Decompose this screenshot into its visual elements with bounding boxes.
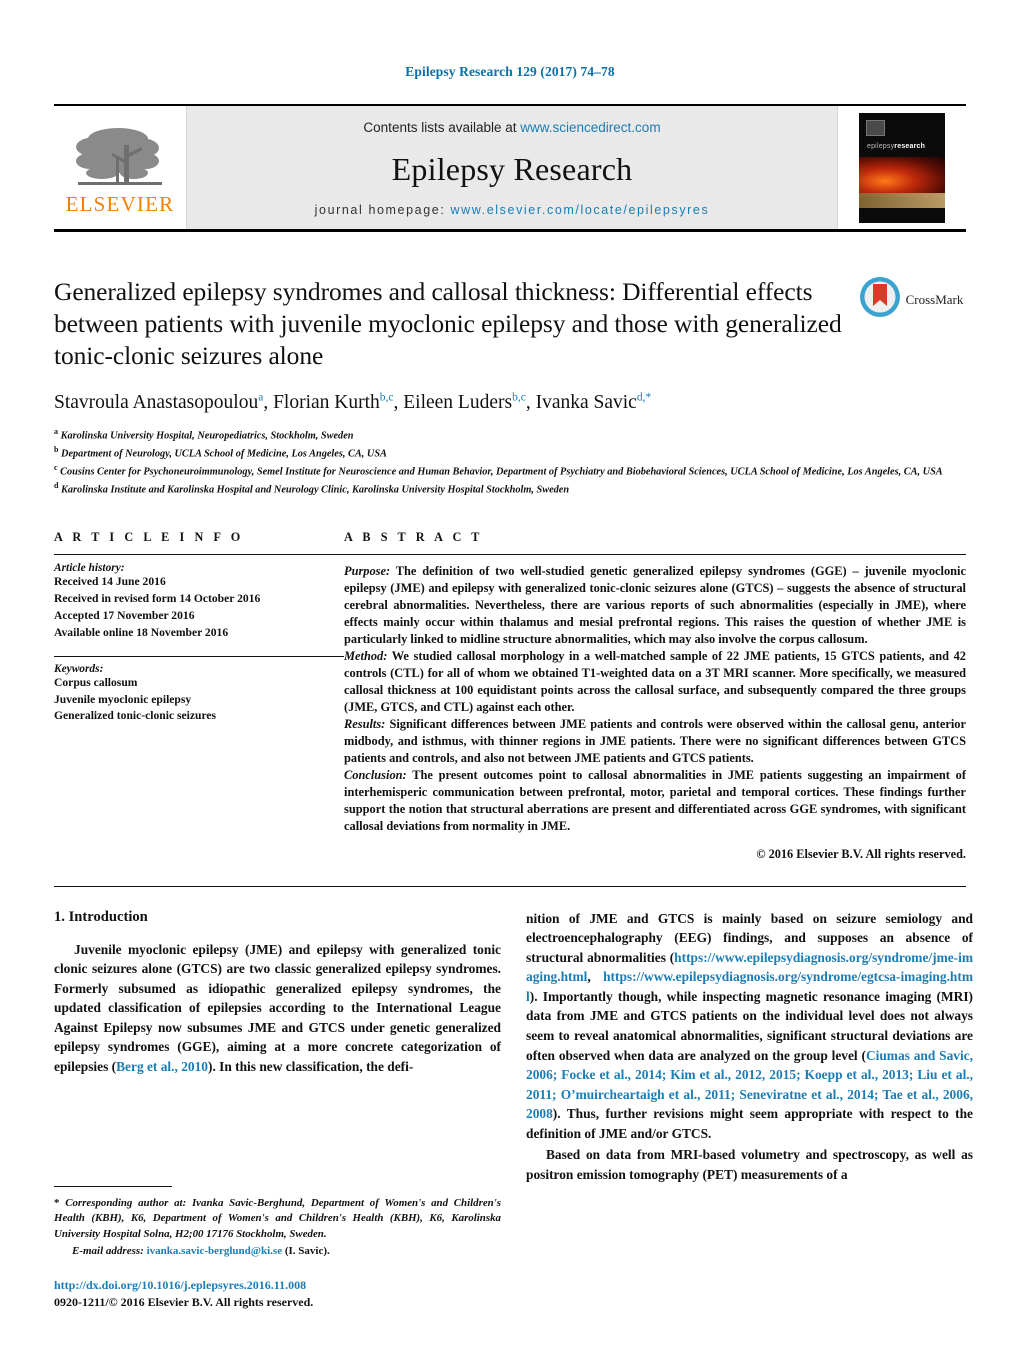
intro-paragraph-2: Based on data from MRI-based volumetry a… <box>526 1147 973 1182</box>
crossmark-badge[interactable]: CrossMark <box>856 276 966 323</box>
body-column-left: 1. Introduction Juvenile myoclonic epile… <box>54 909 501 1311</box>
citation-berg-2010[interactable]: Berg et al., 2010 <box>116 1059 208 1074</box>
contents-prefix: Contents lists available at <box>363 120 521 135</box>
abstract-purpose: Purpose: The definition of two well-stud… <box>344 563 966 648</box>
article-info-column: A R T I C L E I N F O Article history: R… <box>54 530 344 862</box>
footnote-block: * Corresponding author at: Ivanka Savic-… <box>54 1185 501 1311</box>
email-note: E-mail address: ivanka.savic-berglund@ki… <box>54 1245 501 1257</box>
cover-title-text: epilepsyresearch <box>867 142 926 150</box>
intro-text-b-left: ). In this new classification, the defi- <box>207 1059 414 1075</box>
abstract-method-label: Method: <box>344 648 388 663</box>
journal-homepage-line: journal homepage: www.elsevier.com/locat… <box>315 203 710 217</box>
issn-copyright-line: 0920-1211/© 2016 Elsevier B.V. All right… <box>54 1294 314 1309</box>
title-block: Generalized epilepsy syndromes and callo… <box>54 276 966 498</box>
crossmark-label: CrossMark <box>905 291 964 307</box>
footnote-divider <box>54 1185 172 1187</box>
info-abstract-row: A R T I C L E I N F O Article history: R… <box>54 530 966 862</box>
divider <box>54 655 344 657</box>
abstract-results-label: Results: <box>344 716 386 731</box>
sciencedirect-link[interactable]: www.sciencedirect.com <box>520 120 660 135</box>
affiliation-list: a Karolinska University Hospital, Neurop… <box>54 426 966 498</box>
intro-text-a: Juvenile myoclonic epilepsy (JME) and ep… <box>54 941 501 1075</box>
keyword-item: Juvenile myoclonic epilepsy <box>54 692 192 706</box>
body-columns: 1. Introduction Juvenile myoclonic epile… <box>54 909 973 1311</box>
crossmark-icon <box>859 276 901 323</box>
link-separator: , <box>587 969 604 985</box>
corresponding-author-note: * Corresponding author at: Ivanka Savic-… <box>54 1196 501 1243</box>
page-title: Generalized epilepsy syndromes and callo… <box>54 277 842 371</box>
abstract-copyright: © 2016 Elsevier B.V. All rights reserved… <box>756 846 966 861</box>
doi-link[interactable]: http://dx.doi.org/10.1016/j.eplepsyres.2… <box>54 1277 501 1294</box>
abstract-results: Results: Significant differences between… <box>344 716 966 767</box>
left-column-bottom: * Corresponding author at: Ivanka Savic-… <box>54 1079 501 1311</box>
abstract-method: Method: We studied callosal morphology i… <box>344 648 966 716</box>
abstract-conclusion: Conclusion: The present outcomes point t… <box>344 767 966 835</box>
cover-badge-icon <box>866 119 885 136</box>
divider <box>54 553 344 555</box>
cover-artwork <box>859 156 945 197</box>
article-history-item: Available online 18 November 2016 <box>54 625 229 639</box>
article-history-item: Received in revised form 14 October 2016 <box>54 591 261 605</box>
author-email-link[interactable]: ivanka.savic-berglund@ki.se <box>147 1245 283 1257</box>
keyword-item: Corpus callosum <box>54 675 138 689</box>
keyword-item: Generalized tonic-clonic seizures <box>54 709 217 723</box>
divider <box>344 553 966 555</box>
journal-homepage-link[interactable]: www.elsevier.com/locate/epilepsyres <box>450 203 709 217</box>
running-head: Epilepsy Research 129 (2017) 74–78 <box>405 64 615 79</box>
publisher-logo-block: ELSEVIER <box>54 106 187 229</box>
section-heading-introduction: 1. Introduction <box>54 908 148 925</box>
intro-paragraph-1-right: nition of JME and GTCS is mainly based o… <box>526 909 973 1144</box>
homepage-prefix: journal homepage: <box>314 203 451 217</box>
paper-page: Epilepsy Research 129 (2017) 74–78 ELSEV… <box>0 0 1020 1351</box>
article-history-item: Accepted 17 November 2016 <box>54 608 195 622</box>
affiliation-item: c Cousins Center for Psychoneuroimmunolo… <box>54 462 943 478</box>
intro-paragraph-1-left: Juvenile myoclonic epilepsy (JME) and ep… <box>54 940 501 1077</box>
journal-masthead: ELSEVIER Contents lists available at www… <box>54 104 966 232</box>
divider <box>54 885 966 887</box>
body-column-right: nition of JME and GTCS is mainly based o… <box>526 909 973 1311</box>
author-list: Stavroula Anastasopouloua, Florian Kurth… <box>54 391 652 414</box>
abstract-heading: A B S T R A C T <box>344 529 484 544</box>
affiliation-item: d Karolinska Institute and Karolinska Ho… <box>54 480 570 496</box>
journal-cover-block: epilepsyresearch <box>837 106 966 229</box>
article-history-label: Article history: <box>54 561 125 574</box>
article-info-heading: A R T I C L E I N F O <box>54 529 244 544</box>
cover-band <box>859 192 945 208</box>
keywords-label: Keywords: <box>54 662 104 675</box>
abstract-results-text: Significant differences between JME pati… <box>344 716 966 765</box>
elsevier-wordmark: ELSEVIER <box>65 191 175 216</box>
masthead-center: Contents lists available at www.scienced… <box>187 106 837 229</box>
journal-cover-thumbnail: epilepsyresearch <box>859 112 945 223</box>
abstract-purpose-label: Purpose: <box>344 563 391 578</box>
journal-title: Epilepsy Research <box>391 150 633 187</box>
intro-text-d: ). Thus, further revisions might seem ap… <box>526 1106 973 1141</box>
email-suffix: (I. Savic). <box>282 1244 330 1257</box>
article-history-item: Received 14 June 2016 <box>54 574 166 588</box>
corresponding-text: Corresponding author at: Ivanka Savic-Be… <box>54 1196 501 1241</box>
affiliation-item: a Karolinska University Hospital, Neurop… <box>54 426 354 442</box>
affiliation-item: b Department of Neurology, UCLA School o… <box>54 444 387 460</box>
doi-block: http://dx.doi.org/10.1016/j.eplepsyres.2… <box>54 1277 501 1311</box>
abstract-conclusion-text: The present outcomes point to callosal a… <box>344 767 966 833</box>
email-label: E-mail address: <box>72 1244 144 1257</box>
contents-available-line: Contents lists available at www.scienced… <box>363 120 660 135</box>
abstract-purpose-text: The definition of two well-studied genet… <box>344 563 966 646</box>
abstract-method-text: We studied callosal morphology in a well… <box>344 648 966 714</box>
abstract-column: A B S T R A C T Purpose: The definition … <box>344 530 966 862</box>
elsevier-tree-icon <box>72 123 168 193</box>
abstract-conclusion-label: Conclusion: <box>344 767 407 782</box>
